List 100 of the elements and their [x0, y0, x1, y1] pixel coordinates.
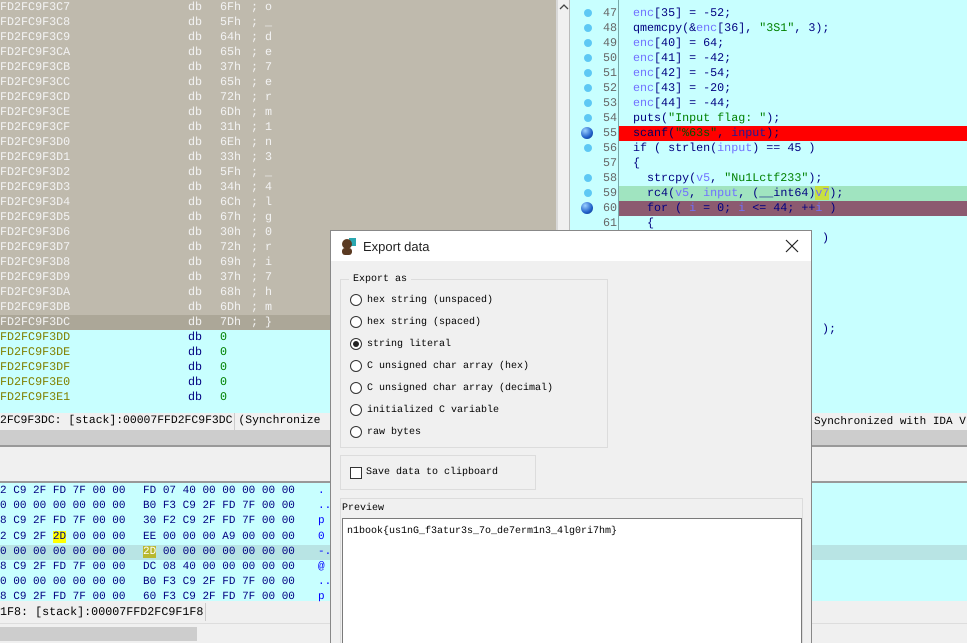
line-number: 58	[602, 171, 617, 186]
address-text: FD2FC9F3E1	[0, 390, 70, 405]
value-text: 37h	[220, 270, 242, 285]
preview-label: Preview	[341, 502, 384, 516]
directive-text: db	[188, 30, 202, 45]
line-number: 57	[602, 156, 617, 171]
comment-text: ; 7	[250, 60, 272, 75]
hex-bytes: 8 C9 2F FD 7F 00 00	[0, 560, 126, 575]
line-number: 61	[602, 216, 617, 231]
value-text: 69h	[220, 255, 242, 270]
address-text: FD2FC9F3C8	[0, 15, 70, 30]
directive-text: db	[188, 45, 202, 60]
value-text: 72h	[220, 240, 242, 255]
address-text: FD2FC9F3CD	[0, 90, 70, 105]
address-text: FD2FC9F3D6	[0, 225, 70, 240]
code-line: )	[822, 231, 830, 246]
hex-bytes: 2D 00 00 00 00 00 00 00	[143, 544, 295, 560]
line-number: 59	[602, 186, 617, 201]
directive-text: db	[188, 0, 202, 15]
ascii-text: 0	[318, 530, 325, 545]
hex-bytes: 8 C9 2F FD 7F 00 00	[0, 590, 126, 606]
hex-bytes: EE 00 00 00 A9 00 00 00	[143, 530, 295, 545]
value-text: 33h	[220, 150, 242, 165]
address-text: FD2FC9F3E0	[0, 375, 70, 390]
value-text: 0	[220, 330, 228, 345]
comment-text: ; n	[250, 135, 272, 150]
hex-bytes: 0 00 00 00 00 00 00	[0, 575, 126, 590]
ascii-text: ..	[318, 575, 332, 590]
code-line: enc[44] = -44;	[632, 96, 732, 111]
line-number: 51	[602, 66, 617, 81]
value-text: 0	[220, 345, 228, 360]
comment-text: ; m	[250, 300, 272, 315]
comment-text: ; r	[250, 90, 272, 105]
value-text: 5Fh	[220, 15, 242, 30]
value-text: 0	[220, 390, 228, 405]
status-text: Synchronized with IDA V	[814, 416, 966, 428]
line-number: 60	[602, 201, 617, 216]
address-text: FD2FC9F3D7	[0, 240, 70, 255]
code-line: enc[35] = -52;	[632, 6, 732, 21]
value-text: 30h	[220, 225, 242, 240]
value-text: 65h	[220, 45, 242, 60]
hex-bytes: B0 F3 C9 2F FD 7F 00 00	[143, 575, 295, 590]
comment-text: ; _	[250, 165, 272, 180]
comment-text: ; }	[250, 315, 272, 330]
status-text: 2FC9F3DC: [stack]:00007FFD2FC9F3DC	[0, 414, 234, 429]
comment-text: ; i	[250, 255, 272, 270]
address-text: FD2FC9F3DF	[0, 360, 70, 375]
ascii-text: p	[318, 590, 325, 606]
hex-bytes: 0 00 00 00 00 00 00	[0, 544, 126, 560]
code-line: enc[41] = -42;	[632, 51, 732, 66]
directive-text: db	[188, 345, 202, 360]
value-text: 7Dh	[220, 315, 242, 330]
line-number: 53	[602, 96, 617, 111]
comment-text: ; h	[250, 285, 272, 300]
value-text: 68h	[220, 285, 242, 300]
comment-text: ; 3	[250, 150, 272, 165]
address-text: FD2FC9F3CF	[0, 120, 70, 135]
address-text: FD2FC9F3DD	[0, 330, 70, 345]
directive-text: db	[188, 165, 202, 180]
directive-text: db	[188, 315, 202, 330]
address-text: FD2FC9F3D5	[0, 210, 70, 225]
address-text: FD2FC9F3CE	[0, 105, 70, 120]
line-number: 52	[602, 81, 617, 96]
comment-text: ; _	[250, 15, 272, 30]
comment-text: ; l	[250, 195, 272, 210]
line-number: 55	[602, 126, 617, 141]
comment-text: ; 0	[250, 225, 272, 240]
address-text: FD2FC9F3DC	[0, 315, 70, 330]
value-text: 6Eh	[220, 135, 242, 150]
hex-bytes: FD 07 40 00 00 00 00 00	[143, 484, 295, 499]
line-number: 47	[602, 6, 617, 21]
value-text: 5Fh	[220, 165, 242, 180]
ascii-text: -.	[318, 544, 332, 560]
directive-text: db	[188, 270, 202, 285]
hex-bytes: 8 C9 2F FD 7F 00 00	[0, 514, 126, 530]
group-label: Export as	[352, 274, 408, 285]
code-line: if ( strlen(input) == 45 )	[632, 141, 816, 156]
address-text: FD2FC9F3C9	[0, 30, 70, 45]
directive-text: db	[188, 300, 202, 315]
code-line: {	[646, 216, 656, 231]
address-text: FD2FC9F3D2	[0, 165, 70, 180]
comment-text: ; e	[250, 45, 272, 60]
address-text: FD2FC9F3CA	[0, 45, 70, 60]
value-text: 34h	[220, 180, 242, 195]
directive-text: db	[188, 330, 202, 345]
address-text: FD2FC9F3D4	[0, 195, 70, 210]
value-text: 72h	[220, 90, 242, 105]
value-text: 31h	[220, 120, 242, 135]
line-number: 48	[602, 21, 617, 36]
directive-text: db	[188, 255, 202, 270]
directive-text: db	[188, 375, 202, 390]
address-text: FD2FC9F3D9	[0, 270, 70, 285]
code-line: );	[822, 322, 836, 337]
value-text: 0	[220, 360, 228, 375]
value-text: 65h	[220, 75, 242, 90]
address-text: FD2FC9F3DE	[0, 345, 70, 360]
code-line: enc[40] = 64;	[632, 36, 726, 51]
value-text: 37h	[220, 60, 242, 75]
directive-text: db	[188, 90, 202, 105]
directive-text: db	[188, 135, 202, 150]
